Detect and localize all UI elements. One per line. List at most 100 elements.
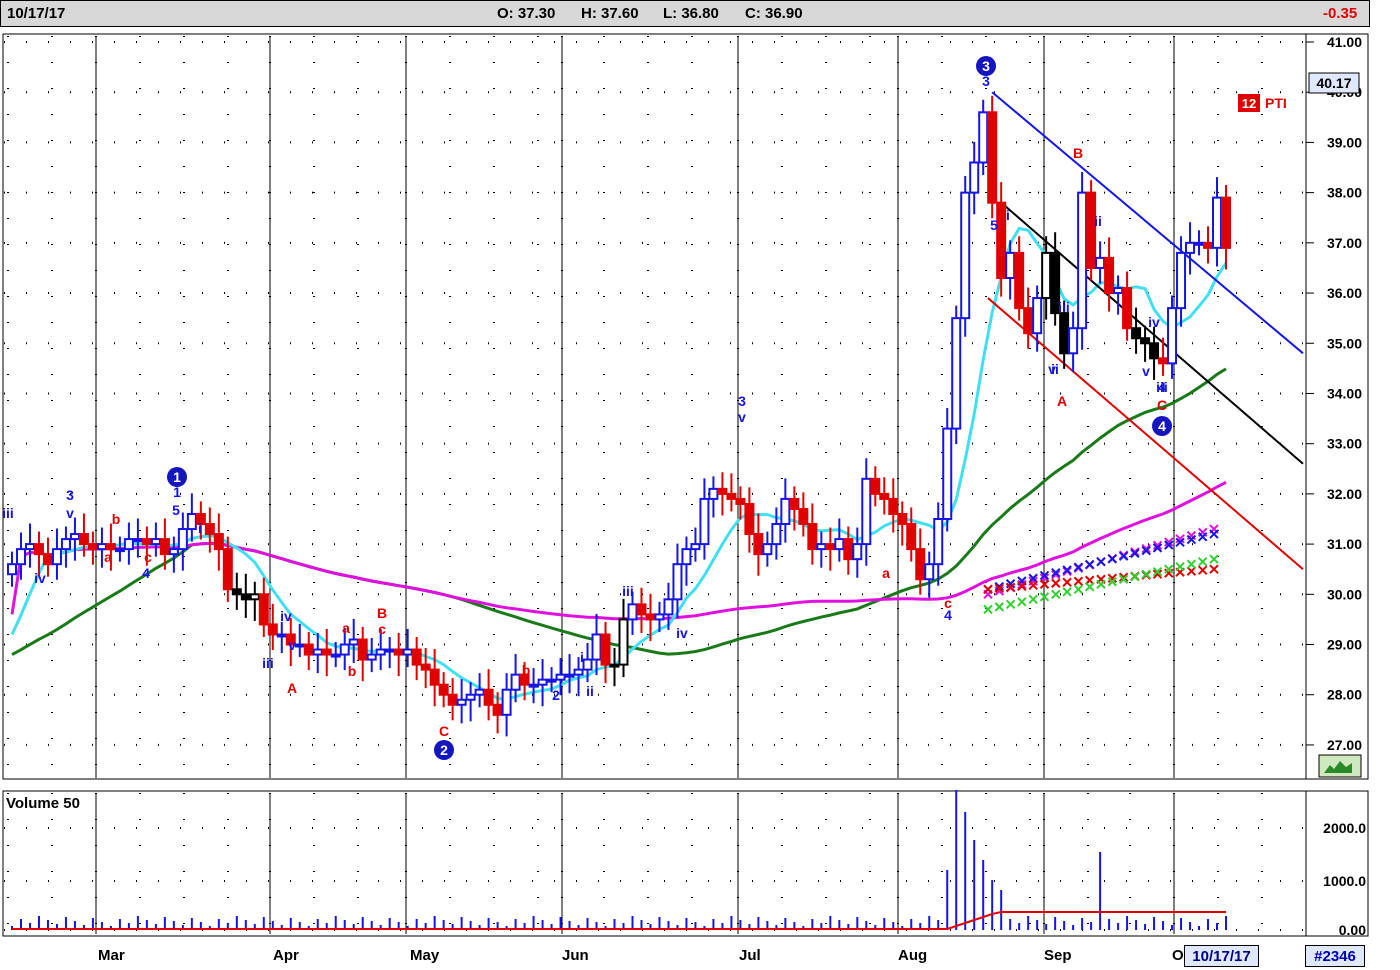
wave-label-blue: ii	[586, 683, 594, 699]
candle-body	[636, 603, 647, 616]
candle-body	[123, 538, 134, 551]
candle-body	[672, 563, 683, 601]
candle-body	[447, 693, 458, 706]
candle-body	[852, 543, 863, 561]
candle-body	[825, 543, 836, 551]
candle-body	[582, 658, 593, 671]
candle-body	[807, 523, 818, 551]
candle-body	[258, 593, 269, 626]
header-date: 10/17/17	[7, 5, 66, 22]
candle-body	[456, 698, 467, 706]
candle-body	[276, 633, 287, 638]
candle-body	[1041, 251, 1052, 300]
candle-body	[870, 477, 881, 495]
month-label: Aug	[898, 947, 928, 964]
candle-body	[573, 668, 584, 676]
wave-label-red: A	[287, 680, 297, 696]
wave-label-blue: iii	[262, 655, 274, 671]
wave-label-red: C	[1157, 397, 1167, 413]
candle-body	[528, 683, 539, 688]
candle-body	[420, 663, 431, 671]
wave-label-blue: v	[66, 505, 74, 521]
candle-body	[366, 653, 377, 661]
candle-body	[159, 538, 170, 556]
candle-body	[69, 533, 80, 541]
candle-body	[1176, 251, 1187, 310]
candle-body	[933, 517, 944, 566]
candle-body	[645, 613, 656, 621]
candle-body	[1122, 287, 1133, 330]
price-tick-label: 27.00	[1327, 737, 1362, 753]
candle-body	[78, 533, 89, 546]
candle-body	[168, 548, 179, 556]
candle-body	[753, 533, 764, 556]
candle-body	[600, 633, 611, 666]
candle-body	[330, 653, 341, 658]
header-change: -0.35	[1323, 5, 1358, 22]
wave-label-blue: v	[288, 637, 296, 653]
month-label: May	[410, 947, 440, 964]
candle-body	[1194, 241, 1205, 246]
volume-tick-label: 2000.0	[1323, 820, 1366, 836]
price-tick-label: 28.00	[1327, 687, 1362, 703]
wave-label-blue: v	[1142, 363, 1150, 379]
candle-body	[1113, 287, 1124, 295]
wave-label-blue: 4	[142, 565, 150, 581]
candle-body	[681, 548, 692, 566]
candle-body	[1149, 342, 1160, 360]
candle-body	[114, 548, 125, 553]
wave-label-blue: iv	[280, 608, 292, 624]
indicator-label: PTI	[1265, 95, 1287, 111]
candle-body	[51, 548, 62, 566]
record-count-box: #2346	[1305, 945, 1365, 967]
wave-label-red: b	[348, 663, 357, 679]
wave-label-blue: iii	[2, 505, 14, 521]
candle-body	[555, 673, 566, 681]
candle-body	[177, 528, 188, 551]
price-tick-label: 30.00	[1327, 586, 1362, 602]
candle-body	[303, 643, 314, 656]
candle-body	[33, 543, 44, 556]
last-price-text: 40.17	[1316, 75, 1351, 91]
candle-body	[1167, 307, 1178, 365]
price-tick-label: 36.00	[1327, 285, 1362, 301]
candle-body	[780, 497, 791, 526]
candle-body	[690, 543, 701, 551]
candle-body	[618, 618, 629, 666]
candle-body	[186, 512, 197, 531]
candle-body	[1203, 241, 1214, 249]
wave-label-blue: 5	[172, 502, 180, 518]
candle-body	[1212, 196, 1223, 249]
candle-body	[60, 538, 71, 551]
wave-label-blue: i	[198, 520, 202, 536]
candle-body	[969, 161, 980, 194]
candle-body	[663, 598, 674, 616]
price-tick-label: 31.00	[1327, 536, 1362, 552]
wave-label-blue: i	[1006, 207, 1010, 223]
candle-body	[438, 683, 449, 696]
candle-body	[1131, 327, 1142, 340]
candle-body	[960, 191, 971, 320]
wave-label-red: B	[1073, 145, 1083, 161]
candle-body	[717, 487, 728, 495]
month-label: Jul	[739, 947, 761, 964]
volume-tick-label: 1000.0	[1323, 873, 1366, 889]
candle-body	[726, 492, 737, 500]
current-date-box[interactable]: 10/17/17	[1184, 945, 1259, 967]
wave-label-blue: 2	[552, 687, 560, 703]
candle-body	[843, 538, 854, 561]
candle-body	[240, 593, 251, 601]
wave-label-blue: 3	[66, 487, 74, 503]
candle-body	[24, 543, 35, 551]
candle-body	[924, 563, 935, 581]
wave-label-blue: i	[580, 649, 584, 665]
candle-body	[1059, 312, 1070, 355]
wave-label-blue: iv	[34, 570, 46, 586]
candle-body	[735, 497, 746, 505]
candle-body	[1104, 256, 1115, 295]
wave-label-red: a	[882, 565, 890, 581]
candle-body	[510, 673, 521, 691]
candle-body	[1023, 307, 1034, 335]
volume-axis	[1305, 790, 1369, 937]
wave-label-red: b	[522, 662, 531, 678]
